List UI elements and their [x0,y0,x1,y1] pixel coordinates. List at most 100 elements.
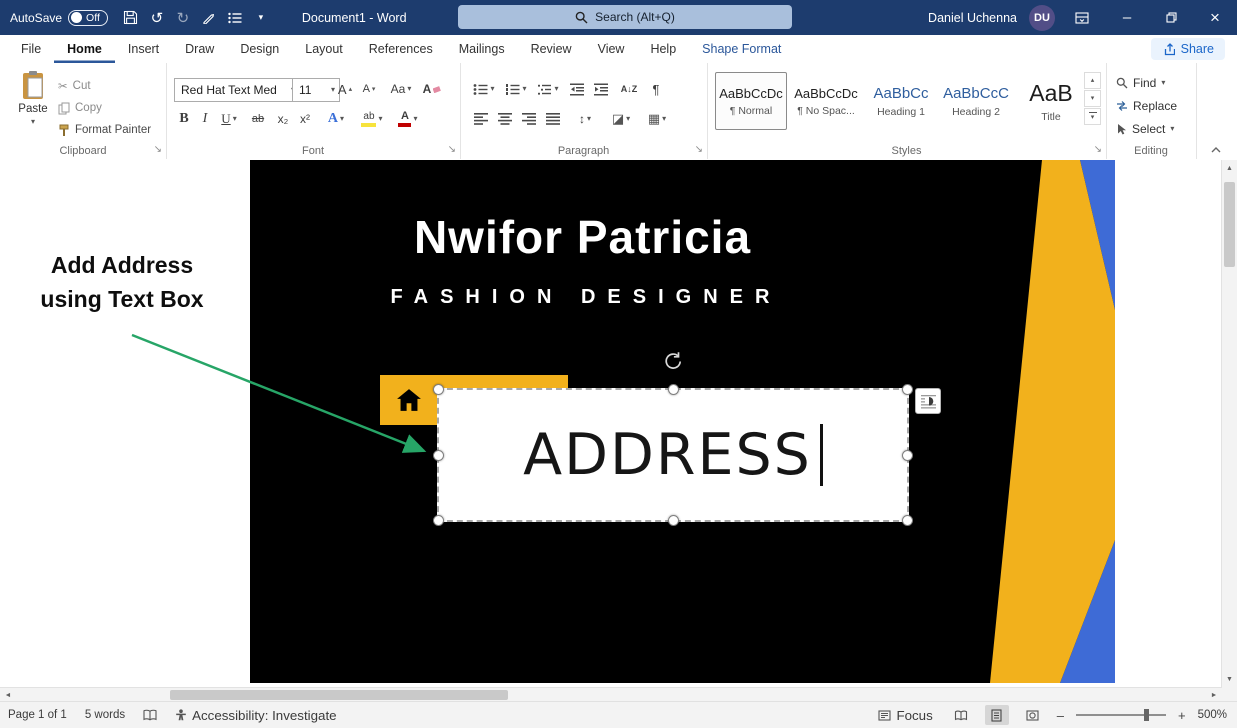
align-right-button[interactable] [518,108,540,130]
tab-review[interactable]: Review [518,35,585,63]
save-button[interactable] [118,5,144,31]
tab-shape-format[interactable]: Shape Format [689,35,794,63]
resize-handle-middle-right[interactable] [902,450,913,461]
tab-home[interactable]: Home [54,35,115,63]
tab-insert[interactable]: Insert [115,35,172,63]
resize-handle-top-center[interactable] [668,384,679,395]
paragraph-dialog-launcher-icon[interactable]: ↘ [695,145,703,155]
qat-customize-button[interactable]: ▾ [248,5,274,31]
font-size-select[interactable]: 11 ▾ [292,78,340,102]
subscript-button[interactable]: x₂ [272,108,294,130]
bold-button[interactable]: B [174,108,194,130]
word-count[interactable]: 5 words [85,709,125,721]
minimize-button[interactable]: – [1105,0,1149,35]
horizontal-scrollbar[interactable]: ◄ ► [0,687,1222,702]
tab-design[interactable]: Design [227,35,292,63]
scroll-right-button[interactable]: ► [1206,688,1222,702]
qat-list-button[interactable] [222,5,248,31]
vertical-scrollbar[interactable]: ▲ ▼ [1221,160,1237,688]
paste-button[interactable]: Paste ▾ [10,70,56,142]
borders-button[interactable]: ▦ ▾ [642,108,672,130]
resize-handle-bottom-center[interactable] [668,515,679,526]
strikethrough-button[interactable]: ab [246,108,270,130]
zoom-in-button[interactable]: + [1178,708,1186,723]
select-button[interactable]: Select ▾ [1116,118,1174,139]
italic-button[interactable]: I [196,108,214,130]
zoom-level[interactable]: 500% [1198,709,1227,721]
style-card-heading2[interactable]: AaBbCcC Heading 2 [940,72,1012,130]
horizontal-scroll-thumb[interactable] [170,690,508,700]
shading-button[interactable]: ◪ ▾ [606,108,636,130]
resize-handle-top-right[interactable] [902,384,913,395]
shrink-font-button[interactable]: A▾ [358,78,380,100]
tab-mailings[interactable]: Mailings [446,35,518,63]
scroll-down-button[interactable]: ▼ [1222,671,1237,688]
zoom-slider-thumb[interactable] [1144,709,1149,721]
qat-pen-button[interactable] [196,5,222,31]
grow-font-button[interactable]: A▴ [334,78,356,100]
rotate-handle[interactable] [662,350,684,372]
align-center-button[interactable] [494,108,516,130]
change-case-button[interactable]: Aa ▾ [386,78,416,100]
font-dialog-launcher-icon[interactable]: ↘ [448,145,456,155]
increase-indent-button[interactable] [590,78,612,100]
accessibility-button[interactable]: Accessibility: Investigate [175,708,336,723]
format-painter-button[interactable]: Format Painter [58,120,151,140]
style-card-normal[interactable]: AaBbCcDc ¶ Normal [715,72,787,130]
style-card-heading1[interactable]: AaBbCc Heading 1 [865,72,937,130]
highlight-color-button[interactable]: ab ▾ [356,108,388,130]
copy-button[interactable]: Copy [58,98,102,118]
align-left-button[interactable] [470,108,492,130]
ribbon-display-options-button[interactable] [1069,5,1095,31]
text-effects-button[interactable]: A ▾ [322,108,350,130]
tab-draw[interactable]: Draw [172,35,227,63]
multilevel-list-button[interactable]: ▾ [534,78,562,100]
home-icon-box[interactable] [380,375,437,425]
scroll-up-button[interactable]: ▲ [1222,160,1237,177]
address-textbox[interactable]: ADDRESS [437,388,909,522]
superscript-button[interactable]: x² [294,108,316,130]
underline-button[interactable]: U ▾ [216,108,242,130]
page-indicator[interactable]: Page 1 of 1 [8,709,67,721]
justify-button[interactable] [542,108,564,130]
resize-handle-bottom-left[interactable] [433,515,444,526]
tab-references[interactable]: References [356,35,446,63]
cut-button[interactable]: ✂ Cut [58,76,91,96]
styles-scroll-up-button[interactable]: ▴ [1084,72,1101,89]
zoom-slider[interactable] [1076,714,1166,716]
undo-button[interactable]: ↺ [144,5,170,31]
styles-dialog-launcher-icon[interactable]: ↘ [1094,145,1102,155]
styles-scroll-down-button[interactable]: ▾ [1084,90,1101,107]
resize-handle-bottom-right[interactable] [902,515,913,526]
tab-layout[interactable]: Layout [292,35,356,63]
resize-handle-middle-left[interactable] [433,450,444,461]
layout-options-button[interactable] [915,388,941,414]
scroll-left-button[interactable]: ◄ [0,688,16,702]
tab-file[interactable]: File [8,35,54,63]
sort-button[interactable]: A↓Z [616,78,642,100]
web-layout-button[interactable] [1021,705,1045,725]
proofing-errors-button[interactable] [143,709,157,721]
tab-help[interactable]: Help [637,35,689,63]
clipboard-dialog-launcher-icon[interactable]: ↘ [154,145,162,155]
print-layout-button[interactable] [985,705,1009,725]
share-button[interactable]: Share [1151,38,1225,60]
style-card-no-spacing[interactable]: AaBbCcDc ¶ No Spac... [790,72,862,130]
font-color-button[interactable]: A ▾ [392,108,424,130]
replace-button[interactable]: Replace [1116,95,1177,116]
zoom-out-button[interactable]: – [1057,708,1064,723]
resize-handle-top-left[interactable] [433,384,444,395]
autosave-toggle[interactable]: AutoSave Off [10,10,108,26]
read-mode-button[interactable] [949,705,973,725]
search-input[interactable]: Search (Alt+Q) [458,5,792,29]
focus-button[interactable]: Focus [878,708,932,723]
styles-more-button[interactable]: ▾ [1084,108,1101,125]
collapse-ribbon-button[interactable] [1211,147,1221,153]
find-button[interactable]: Find ▾ [1116,72,1165,93]
close-button[interactable]: × [1193,0,1237,35]
numbering-button[interactable]: ▾ [502,78,530,100]
line-spacing-button[interactable]: ↕ ▾ [570,108,600,130]
business-card-design[interactable]: Nwifor Patricia FASHION DESIGNER ADDRESS [250,160,1115,683]
avatar[interactable]: DU [1029,5,1055,31]
style-card-title[interactable]: AaB Title [1015,72,1087,130]
